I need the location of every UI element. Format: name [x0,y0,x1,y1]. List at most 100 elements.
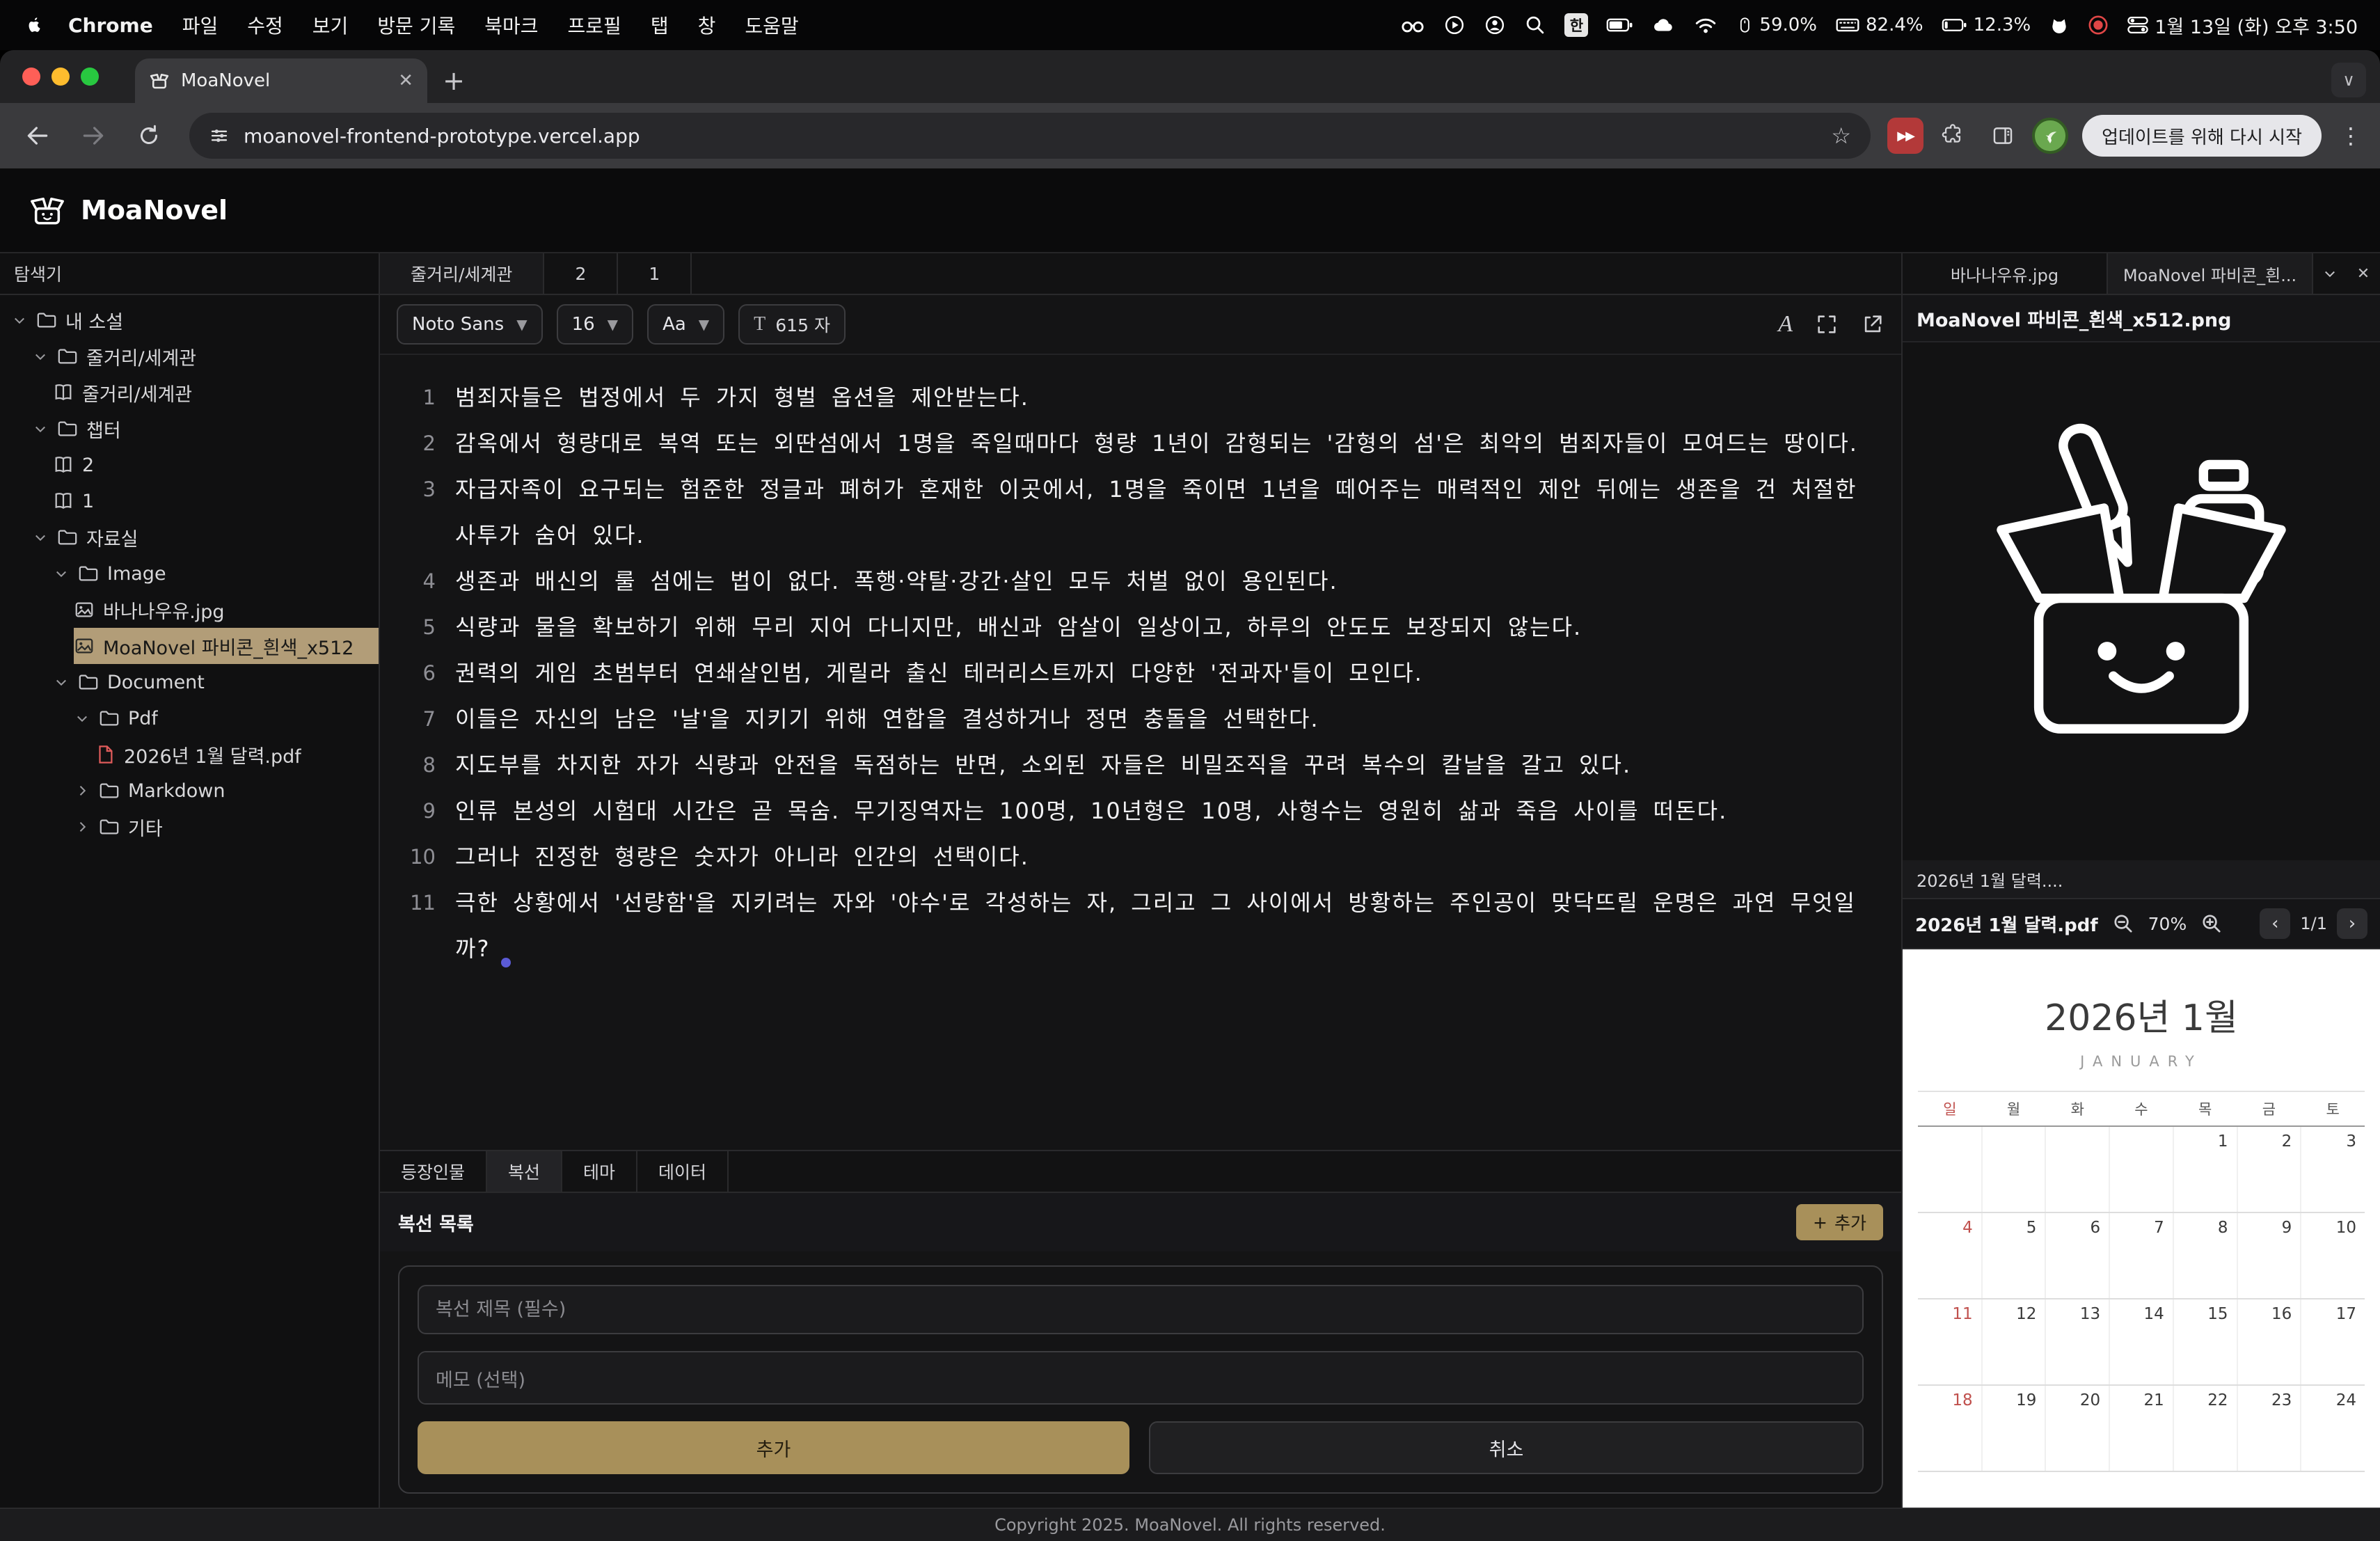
bottom-tab[interactable]: 데이터 [637,1151,729,1192]
pdf-section-label[interactable]: 2026년 1월 달력.... [1903,860,2380,899]
text-case-select[interactable]: Aa ▼ [647,304,724,345]
tree-item[interactable]: 줄거리/세계관 [0,338,379,374]
chevron-down-icon[interactable] [32,530,49,544]
chevron-down-icon[interactable] [11,313,28,327]
menubar-datetime[interactable]: 1월 13일 (화) 오후 3:50 [2155,12,2358,39]
zoom-in-icon[interactable] [2196,908,2227,939]
tree-item[interactable]: MoaNovel 파비콘_흰색_x512 [0,628,379,664]
new-tab-button[interactable]: + [433,60,475,102]
chevron-right-icon[interactable] [74,784,90,798]
browser-menu-icon[interactable]: ⋮ [2335,123,2366,149]
menubar-item[interactable]: 탭 [651,11,669,39]
side-panel-icon[interactable] [1982,115,2024,157]
next-page-button[interactable]: › [2337,908,2367,939]
bottom-tab[interactable]: 테마 [562,1151,637,1192]
status-binoculars[interactable] [1400,15,1425,35]
editor-line[interactable]: 11극한 상황에서 '선량함'을 지키려는 자와 '야수'로 각성하는 자, 그… [397,880,1876,972]
pdf-page[interactable]: 2026년 1월 JANUARY 일월화수목금토 123456789101112… [1903,949,2380,1508]
preview-tab[interactable]: MoaNovel 파비콘_흰... [2108,253,2313,294]
close-window-button[interactable] [22,68,40,86]
chevron-down-icon[interactable] [53,567,70,580]
tab-search-button[interactable]: ∨ [2331,63,2366,97]
novel-editor[interactable]: 1범죄자들은 법정에서 두 가지 형벌 옵션을 제안받는다.2감옥에서 형량대로… [380,355,1901,1150]
editor-line[interactable]: 9인류 본성의 시험대 시간은 곧 목숨. 무기징역자는 100명, 10년형은… [397,788,1876,834]
fullscreen-icon[interactable] [1815,313,1839,336]
editor-tab[interactable]: 줄거리/세계관 [380,253,544,294]
menubar-item[interactable]: 방문 기록 [377,11,455,39]
tree-item[interactable]: Document [0,664,379,700]
add-foreshadowing-button[interactable]: + 추가 [1796,1204,1883,1240]
status-battery-main[interactable] [1606,16,1634,34]
menubar-item[interactable]: 보기 [312,11,349,39]
menubar-item[interactable]: 프로필 [568,11,621,39]
editor-line[interactable]: 10그러나 진정한 형량은 숫자가 아니라 인간의 선택이다. [397,834,1876,880]
bottom-tab[interactable]: 복선 [487,1151,562,1192]
bookmark-star-icon[interactable]: ☆ [1831,123,1851,149]
menubar-item[interactable]: 수정 [247,11,283,39]
site-settings-icon[interactable] [209,125,230,146]
editor-line[interactable]: 3자급자족이 요구되는 험준한 정글과 폐허가 혼재한 이곳에서, 1명을 죽이… [397,466,1876,558]
tab-close-icon[interactable]: ✕ [398,70,413,91]
cancel-button[interactable]: 취소 [1149,1421,1864,1474]
preview-tab[interactable]: 바나나우유.jpg [1903,253,2108,294]
zoom-window-button[interactable] [81,68,99,86]
zoom-out-icon[interactable] [2108,908,2139,939]
editor-line[interactable]: 7이들은 자신의 남은 '날'을 지키기 위해 연합을 결성하거나 정면 충돌을… [397,696,1876,742]
browser-tab[interactable]: MoaNovel ✕ [135,58,427,103]
foreshadowing-title-input[interactable] [418,1285,1864,1334]
tree-item[interactable]: 줄거리/세계관 [0,374,379,411]
menubar-item[interactable]: 창 [698,11,716,39]
chevron-right-icon[interactable] [74,820,90,834]
status-korean-input[interactable]: 한 [1564,13,1588,37]
tree-item[interactable]: 기타 [0,809,379,845]
status-play[interactable] [1443,14,1466,36]
editor-line[interactable]: 4생존과 배신의 룰 섬에는 법이 없다. 폭행·약탈·강간·살인 모두 처벌 … [397,558,1876,604]
close-preview-icon[interactable]: ✕ [2347,253,2380,294]
foreshadowing-memo-input[interactable] [418,1351,1864,1405]
chevron-down-icon[interactable] [2313,253,2347,294]
status-search[interactable] [1524,14,1546,36]
tree-item[interactable]: 자료실 [0,519,379,555]
tree-item[interactable]: 챕터 [0,411,379,447]
back-button[interactable] [14,112,61,159]
status-mac-battery[interactable]: 12.3% [1942,15,2031,35]
tree-item[interactable]: 2026년 1월 달력.pdf [0,736,379,773]
editor-tab[interactable]: 1 [618,253,692,294]
tree-item[interactable]: Pdf [0,700,379,736]
editor-tab[interactable]: 2 [544,253,618,294]
tree-item[interactable]: Image [0,555,379,592]
status-cloud[interactable] [1652,15,1676,35]
app-logo-text[interactable]: MoaNovel [81,195,228,226]
font-family-select[interactable]: Noto Sans ▼ [397,304,543,345]
address-bar[interactable]: moanovel-frontend-prototype.vercel.app ☆ [189,113,1871,159]
typography-icon[interactable]: A [1778,311,1793,338]
forward-button[interactable] [70,112,117,159]
reload-button[interactable] [125,112,173,159]
open-external-icon[interactable] [1861,313,1885,336]
prev-page-button[interactable]: ‹ [2260,908,2290,939]
status-control-center[interactable] [2127,14,2149,36]
menubar-item[interactable]: 북마크 [484,11,538,39]
extensions-puzzle-icon[interactable] [1932,115,1974,157]
editor-line[interactable]: 8지도부를 차지한 자가 식량과 안전을 독점하는 반면, 소외된 자들은 비밀… [397,742,1876,788]
font-size-select[interactable]: 16 ▼ [557,304,633,345]
chevron-down-icon[interactable] [74,711,90,725]
status-wifi[interactable] [1694,15,1717,35]
tree-item[interactable]: 2 [0,447,379,483]
tree-item[interactable]: 내 소설 [0,302,379,338]
tree-item[interactable]: 1 [0,483,379,519]
tree-item[interactable]: 바나나우유.jpg [0,592,379,628]
profile-avatar[interactable] [2032,118,2068,154]
chevron-down-icon[interactable] [32,349,49,363]
extension-icon[interactable]: ▶▶ [1887,118,1923,154]
apple-menu-icon[interactable] [22,15,43,35]
chevron-down-icon[interactable] [32,422,49,436]
editor-line[interactable]: 2감옥에서 형량대로 복역 또는 외딴섬에서 1명을 죽일때마다 형량 1년이 … [397,420,1876,466]
menubar-app-name[interactable]: Chrome [68,14,153,37]
editor-line[interactable]: 6권력의 게임 초범부터 연쇄살인범, 게릴라 출신 테러리스트까지 다양한 '… [397,650,1876,696]
editor-line[interactable]: 1범죄자들은 법정에서 두 가지 형벌 옵션을 제안받는다. [397,374,1876,420]
status-person[interactable] [1484,14,1506,36]
menubar-item[interactable]: 도움말 [745,11,798,39]
chevron-down-icon[interactable] [53,675,70,689]
submit-button[interactable]: 추가 [418,1421,1129,1474]
